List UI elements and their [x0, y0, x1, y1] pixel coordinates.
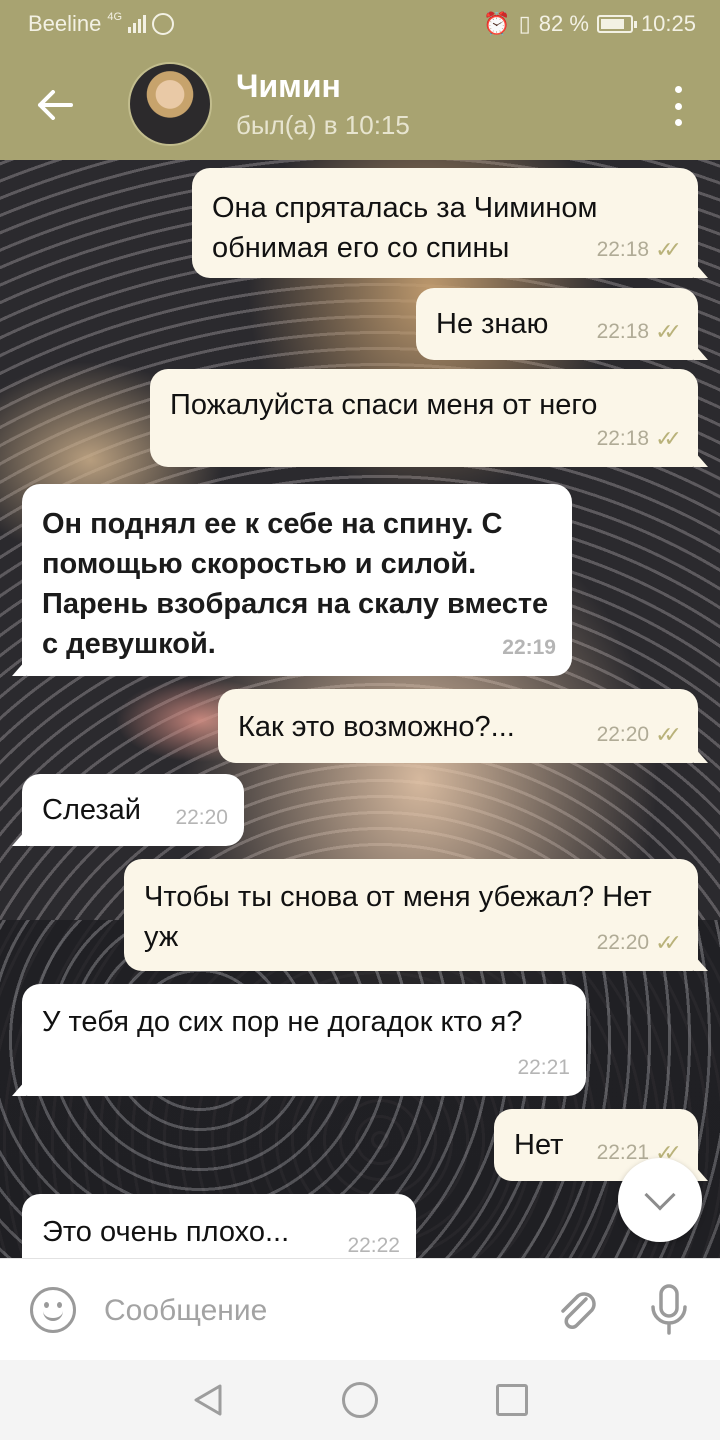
- message-bubble-incoming[interactable]: Он поднял ее к себе на спину. С помощью …: [12, 484, 572, 676]
- message-meta: 22:20 ✓✓: [597, 715, 682, 755]
- message-time: 22:21: [517, 1056, 570, 1079]
- paperclip-icon[interactable]: [552, 1285, 602, 1335]
- message-meta: 22:18 ✓✓: [597, 419, 682, 459]
- message-time: 22:18: [596, 427, 650, 450]
- back-arrow-icon[interactable]: [28, 78, 82, 132]
- scroll-to-bottom-button[interactable]: [618, 1158, 702, 1242]
- double-check-icon: ✓✓: [655, 237, 682, 262]
- message-bubble-outgoing[interactable]: Как это возможно?... 22:20 ✓✓: [218, 689, 708, 763]
- double-check-icon: ✓✓: [655, 426, 682, 451]
- message-time: 22:19: [502, 636, 556, 659]
- whatsapp-icon: [152, 13, 175, 35]
- status-right: ⏰ ▯ 82 % 10:25: [483, 11, 696, 37]
- double-check-icon: ✓✓: [655, 319, 682, 344]
- message-meta: 22:20: [175, 798, 228, 838]
- message-bubble-outgoing[interactable]: Чтобы ты снова от меня убежал? Нет уж 22…: [124, 859, 708, 971]
- message-text: Это очень плохо...: [42, 1216, 290, 1248]
- message-meta: 22:22: [347, 1226, 400, 1258]
- message-meta: 22:18 ✓✓: [597, 230, 682, 270]
- message-time: 22:20: [596, 931, 650, 954]
- message-time: 22:20: [596, 723, 650, 746]
- message-bubble-outgoing[interactable]: Не знаю 22:18 ✓✓: [416, 288, 708, 360]
- nav-back-icon[interactable]: [190, 1382, 226, 1418]
- message-time: 22:22: [347, 1234, 400, 1257]
- message-input[interactable]: [104, 1289, 524, 1333]
- double-check-icon: ✓✓: [655, 722, 682, 747]
- message-time: 22:18: [596, 320, 650, 343]
- microphone-icon[interactable]: [644, 1283, 694, 1337]
- carrier-label: Beeline: [28, 11, 102, 36]
- last-seen-status: был(а) в 10:15: [236, 110, 410, 140]
- message-meta: 22:19: [502, 628, 556, 668]
- system-navigation-bar: [0, 1360, 720, 1440]
- chat-wallpaper: Она спряталась за Чимином обнимая его со…: [0, 160, 720, 1258]
- battery-icon: [596, 15, 637, 33]
- more-options-icon[interactable]: [666, 82, 690, 130]
- clock: 10:25: [640, 11, 696, 36]
- nav-home-icon[interactable]: [342, 1382, 378, 1418]
- alarm-icon: ⏰: [483, 11, 511, 36]
- message-bubble-incoming[interactable]: Это очень плохо... 22:22: [22, 1194, 416, 1258]
- chat-header: Чимин был(а) в 10:15: [0, 48, 720, 160]
- message-meta: 22:20 ✓✓: [597, 923, 682, 963]
- message-bubble-outgoing[interactable]: Пожалуйста спаси меня от него 22:18 ✓✓: [150, 369, 708, 467]
- signal-icon: [128, 15, 147, 33]
- contact-avatar[interactable]: [128, 62, 212, 146]
- message-meta: 22:18 ✓✓: [597, 312, 682, 352]
- message-text: Он поднял ее к себе на спину. С помощью …: [42, 508, 549, 660]
- message-bubble-outgoing[interactable]: Она спряталась за Чимином обнимая его со…: [192, 168, 708, 278]
- status-left: Beeline 4G: [28, 11, 175, 37]
- status-bar: Beeline 4G ⏰ ▯ 82 % 10:25: [0, 0, 720, 48]
- message-time: 22:18: [596, 238, 650, 261]
- message-bubble-incoming[interactable]: У тебя до сих пор не догадок кто я? 22:2…: [12, 984, 586, 1096]
- message-composer: [0, 1258, 720, 1360]
- emoji-icon[interactable]: [30, 1287, 76, 1333]
- double-check-icon: ✓✓: [655, 930, 682, 955]
- network-type: 4G: [107, 11, 123, 23]
- contact-name[interactable]: Чимин: [236, 68, 341, 105]
- message-bubble-incoming[interactable]: Слезай 22:20: [12, 774, 244, 846]
- nav-recents-icon[interactable]: [496, 1384, 528, 1416]
- message-text: У тебя до сих пор не догадок кто я?: [42, 1006, 523, 1038]
- message-meta: 22:21: [517, 1048, 570, 1088]
- battery-percent: 82 %: [538, 11, 589, 36]
- chevron-down-icon: [644, 1179, 676, 1211]
- message-time: 22:20: [175, 806, 228, 829]
- vibrate-icon: ▯: [518, 11, 531, 36]
